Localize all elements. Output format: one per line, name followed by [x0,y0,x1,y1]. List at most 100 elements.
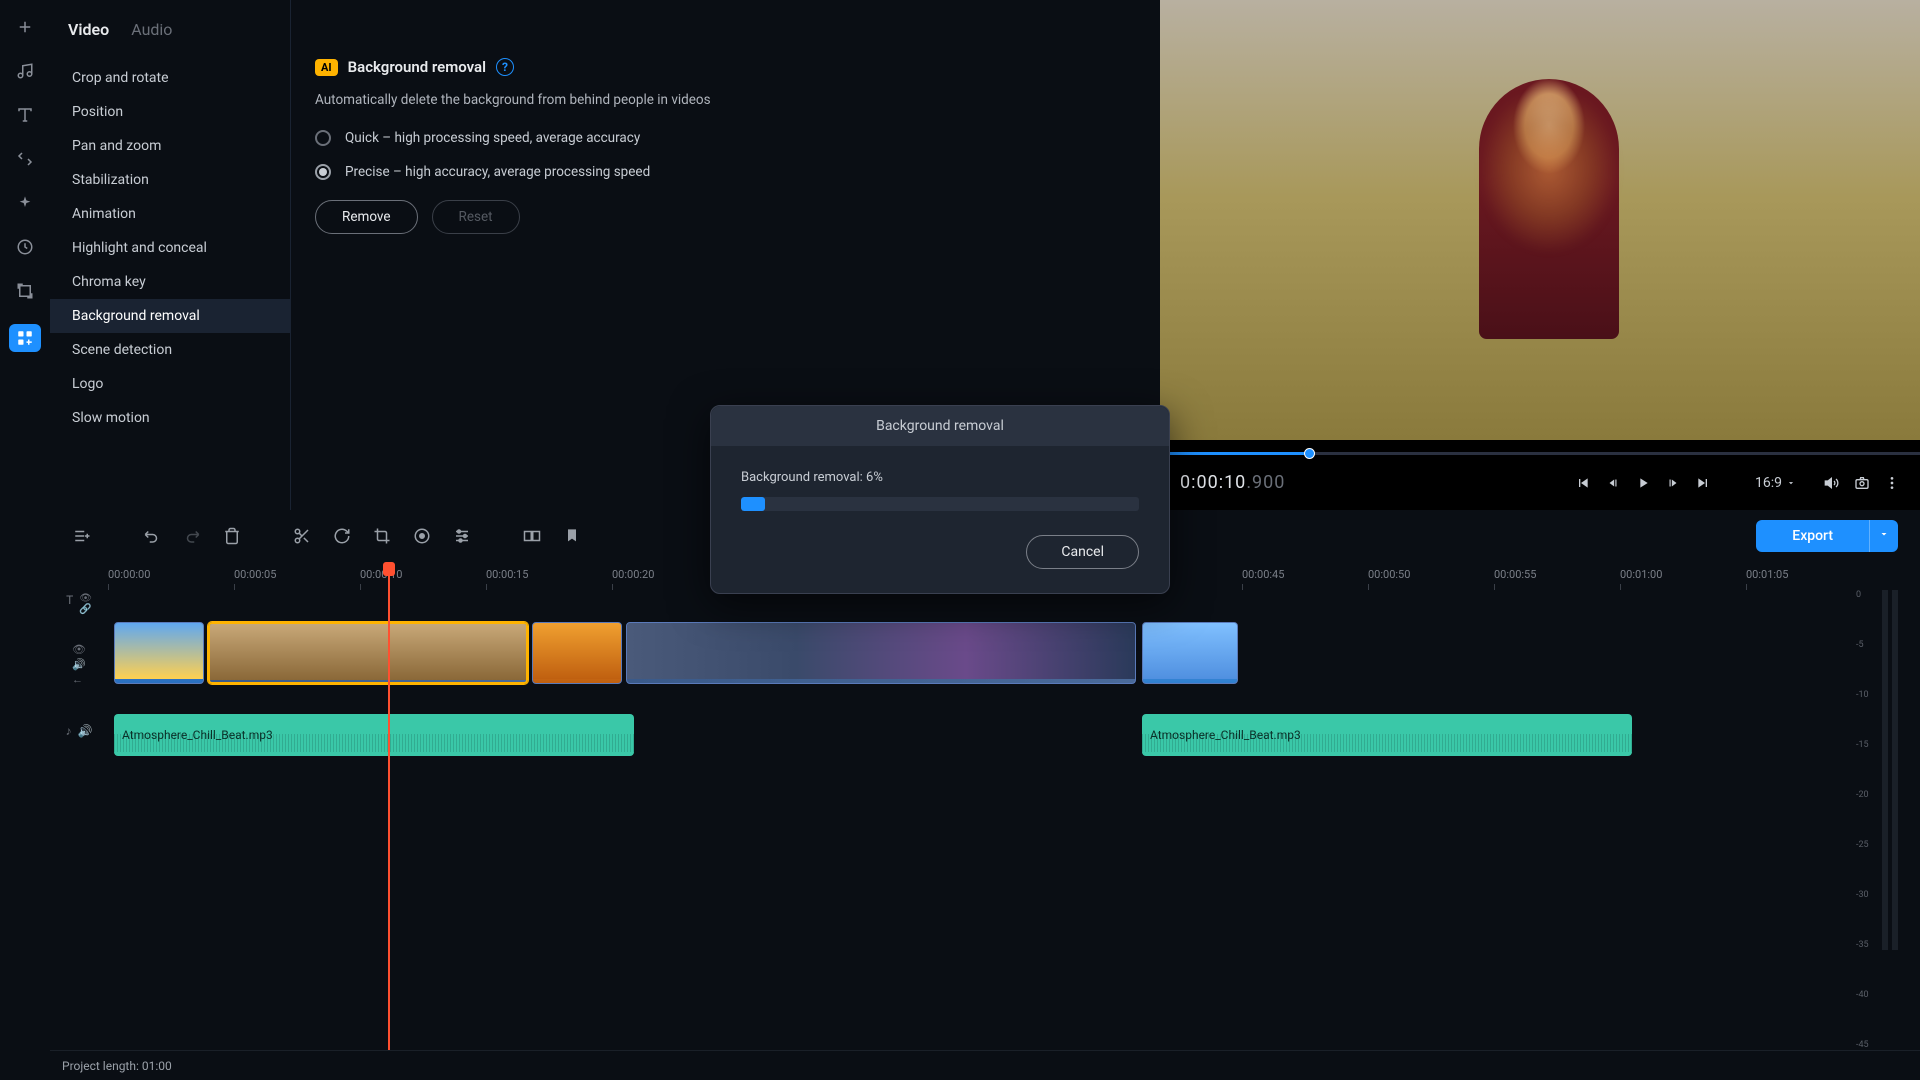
preview: 0:00:10.900 16:9 [1160,0,1920,510]
skip-end-icon[interactable] [1695,475,1711,491]
aspect-ratio[interactable]: 16:9 [1755,475,1796,491]
ruler-tick: 00:00:45 [1242,568,1284,581]
sidebar-background-removal[interactable]: Background removal [50,299,290,333]
ruler-tick: 00:00:55 [1494,568,1536,581]
transform-icon[interactable] [14,280,36,302]
crop-icon[interactable] [372,526,392,546]
radio-quick[interactable]: Quick – high processing speed, average a… [315,130,1136,146]
text-track[interactable] [108,590,1860,618]
modal-progress-text: Background removal: 6% [741,470,1139,485]
play-icon[interactable] [1635,475,1651,491]
add-icon[interactable] [14,16,36,38]
link-icon[interactable] [14,148,36,170]
panel-title: Background removal [348,58,486,76]
ruler-tick: 00:01:05 [1746,568,1788,581]
video-clip-2-selected[interactable] [208,622,528,684]
step-back-icon[interactable] [1605,475,1621,491]
ruler-tick: 00:00:15 [486,568,528,581]
preview-image[interactable] [1160,0,1920,440]
step-fwd-icon[interactable] [1665,475,1681,491]
sidebar-crop-rotate[interactable]: Crop and rotate [50,61,290,95]
timecode: 0:00:10.900 [1180,472,1285,493]
export-button[interactable]: Export [1756,520,1869,552]
progress-modal: Background removal Background removal: 6… [710,405,1170,594]
tracks-area[interactable]: 00:00:00 00:00:05 00:00:10 00:00:15 00:00:20… [108,562,1860,1050]
marker-icon[interactable] [562,526,582,546]
project-length: Project length: 01:00 [62,1059,172,1073]
video-clip-3[interactable] [532,622,622,684]
ruler-tick: 00:00:10 [360,568,402,581]
help-icon[interactable]: ? [496,58,514,76]
more-tools-icon[interactable] [9,324,41,352]
audio-track[interactable]: Atmosphere_Chill_Beat.mp3 Atmosphere_Chi… [108,714,1860,756]
text-icon[interactable] [14,104,36,126]
more-icon[interactable] [1884,475,1900,491]
sidebar-position[interactable]: Position [50,95,290,129]
clock-icon[interactable] [14,236,36,258]
sidebar-chroma-key[interactable]: Chroma key [50,265,290,299]
export-dropdown[interactable] [1869,520,1898,552]
transition-icon[interactable] [522,526,542,546]
left-rail [0,0,50,1080]
ruler-tick: 00:00:00 [108,568,150,581]
delete-icon[interactable] [222,526,242,546]
sidebar-slow-motion[interactable]: Slow motion [50,401,290,435]
effects-icon[interactable] [14,192,36,214]
rotate-icon[interactable] [332,526,352,546]
sidebar-logo[interactable]: Logo [50,367,290,401]
add-track-icon[interactable] [72,526,92,546]
snapshot-icon[interactable] [1854,475,1870,491]
volume-icon[interactable] [1824,475,1840,491]
remove-button[interactable]: Remove [315,200,418,234]
text-track-icon[interactable]: T [66,593,73,615]
adjust-icon[interactable] [452,526,472,546]
panel-tabs: Video Audio [50,0,290,53]
sidebar-highlight-conceal[interactable]: Highlight and conceal [50,231,290,265]
meter-left [1882,590,1888,950]
effect-sidebar: Crop and rotate Position Pan and zoom St… [50,53,290,443]
sidebar-animation[interactable]: Animation [50,197,290,231]
cancel-button[interactable]: Cancel [1026,535,1139,569]
video-track[interactable] [108,622,1860,684]
undo-icon[interactable] [142,526,162,546]
gutter-text: T👁🔗 [50,590,108,618]
video-visible-icon[interactable]: 👁 [72,643,86,656]
sidebar-stabilization[interactable]: Stabilization [50,163,290,197]
ruler-tick: 00:00:20 [612,568,654,581]
track-gutter: T👁🔗 👁 🔊 ← ♪🔊 [50,562,108,1050]
meter-right [1892,590,1898,950]
video-link-icon[interactable]: ← [72,673,86,686]
video-clip-4[interactable] [626,622,1136,684]
cut-icon[interactable] [292,526,312,546]
radio-quick-label: Quick – high processing speed, average a… [345,130,640,146]
audio-mute-icon[interactable]: 🔊 [78,724,93,738]
video-clip-1[interactable] [114,622,204,684]
redo-icon[interactable] [182,526,202,546]
ruler-tick: 00:00:50 [1368,568,1410,581]
gutter-audio: ♪🔊 [50,710,108,752]
ruler-tick: 00:00:05 [234,568,276,581]
sidebar-scene-detection[interactable]: Scene detection [50,333,290,367]
playhead[interactable] [388,562,390,1050]
radio-precise[interactable]: Precise – high accuracy, average process… [315,164,1136,180]
gutter-video: 👁 🔊 ← [50,618,108,710]
radio-quick-input[interactable] [315,130,331,146]
skip-start-icon[interactable] [1575,475,1591,491]
tab-video[interactable]: Video [68,20,109,39]
ai-badge: AI [315,59,338,76]
video-mute-icon[interactable]: 🔊 [72,658,86,671]
tab-audio[interactable]: Audio [131,20,172,39]
reset-button: Reset [432,200,520,234]
audio-clip-2[interactable]: Atmosphere_Chill_Beat.mp3 [1142,714,1632,756]
color-icon[interactable] [412,526,432,546]
radio-precise-input[interactable] [315,164,331,180]
preview-controls: 0:00:10.900 16:9 [1160,455,1920,510]
video-clip-5[interactable] [1142,622,1238,684]
audio-meters: 0-5-10-15-20-25-30-35-40-45 [1860,562,1920,1050]
progress-bar [741,497,1139,511]
status-bar: Project length: 01:00 [50,1050,1920,1080]
music-icon[interactable] [14,60,36,82]
audio-clip-1[interactable]: Atmosphere_Chill_Beat.mp3 [114,714,634,756]
panel-description: Automatically delete the background from… [315,92,1136,108]
sidebar-pan-zoom[interactable]: Pan and zoom [50,129,290,163]
